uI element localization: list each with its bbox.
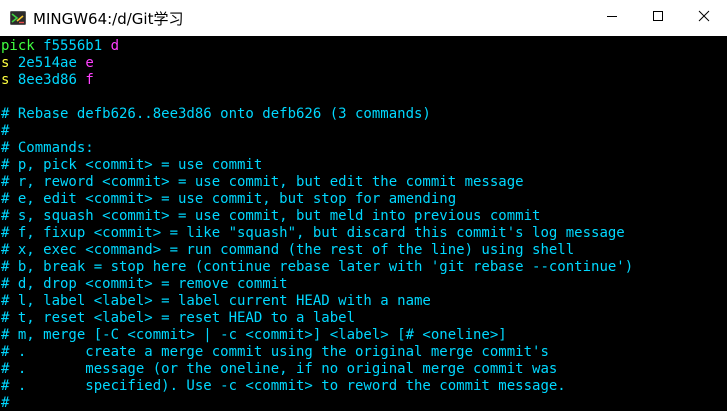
- comment-line: # x, exec <command> = run command (the r…: [1, 242, 575, 258]
- comment-line: # b, break = stop here (continue rebase …: [1, 259, 634, 275]
- todo-hash: 8ee3d86: [17, 72, 77, 88]
- comment-line: #: [1, 395, 10, 411]
- close-icon: [698, 9, 710, 27]
- comment-line: # m, merge [-C <commit> | -c <commit>] <…: [1, 327, 507, 343]
- todo-message: d: [110, 38, 120, 54]
- todo-command: pick: [1, 38, 35, 54]
- comment-line: # l, label <label> = label current HEAD …: [1, 293, 431, 309]
- todo-line: s 2e514ae e: [1, 55, 727, 72]
- comment-line: # . specified). Use -c <commit> to rewor…: [1, 378, 566, 394]
- window-title: MINGW64:/d/Git学习: [33, 9, 184, 28]
- window-controls: [589, 0, 727, 36]
- todo-command: s: [1, 72, 10, 88]
- comment-line: # t, reset <label> = reset HEAD to a lab…: [1, 310, 356, 326]
- comment-line: # Commands:: [1, 140, 94, 156]
- comment-line: # s, squash <commit> = use commit, but m…: [1, 208, 541, 224]
- todo-hash: 2e514ae: [17, 55, 77, 71]
- terminal-window: MINGW64:/d/Git学习 pick f5556b1 d s 2e514a…: [0, 0, 727, 411]
- comment-line: # p, pick <commit> = use commit: [1, 157, 263, 173]
- maximize-icon: [652, 9, 664, 27]
- todo-message: e: [85, 55, 94, 71]
- comment-line: # . message (or the oneline, if no origi…: [1, 361, 558, 377]
- todo-line: pick f5556b1 d: [1, 38, 727, 55]
- maximize-button[interactable]: [635, 0, 681, 36]
- comment-line: # r, reword <commit> = use commit, but e…: [1, 174, 524, 190]
- comment-line: # e, edit <commit> = use commit, but sto…: [1, 191, 457, 207]
- todo-line: s 8ee3d86 f: [1, 72, 727, 89]
- title-bar[interactable]: MINGW64:/d/Git学习: [0, 0, 727, 36]
- comment-line: # d, drop <commit> = remove commit: [1, 276, 288, 292]
- comment-line: #: [1, 123, 10, 139]
- todo-command: s: [1, 55, 10, 71]
- comment-line: # Rebase defb626..8ee3d86 onto defb626 (…: [1, 106, 431, 122]
- comment-line: # . create a merge commit using the orig…: [1, 344, 549, 360]
- mintty-terminal-icon: [10, 10, 26, 26]
- terminal-body[interactable]: pick f5556b1 d s 2e514ae e s 8ee3d86 f #…: [0, 36, 727, 411]
- minimize-button[interactable]: [589, 0, 635, 36]
- close-button[interactable]: [681, 0, 727, 36]
- minimize-icon: [606, 9, 618, 27]
- todo-hash: f5556b1: [43, 38, 103, 54]
- todo-message: f: [85, 72, 94, 88]
- comment-line: # f, fixup <commit> = like "squash", but…: [1, 225, 625, 241]
